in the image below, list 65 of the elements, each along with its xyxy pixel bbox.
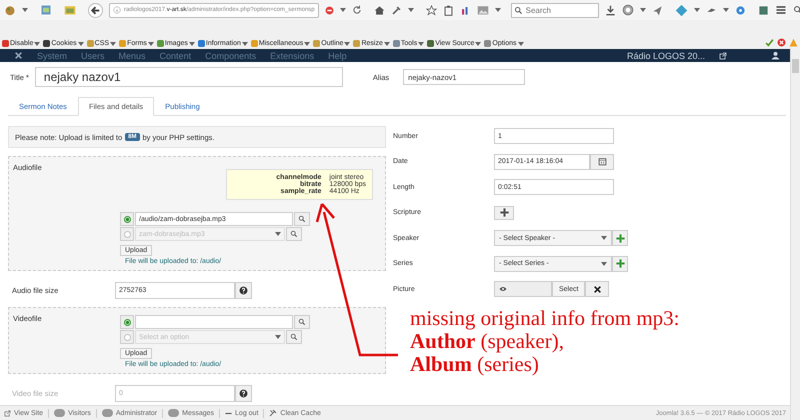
annotation-text: missing original info from mp3: Author (speaker), Album (series) — [410, 307, 680, 376]
add-button[interactable] — [494, 206, 514, 220]
user-icon[interactable] — [771, 51, 780, 60]
photo-icon[interactable] — [476, 4, 489, 16]
back-icon[interactable] — [88, 2, 103, 18]
caret-icon — [494, 8, 501, 12]
radio-button[interactable] — [120, 315, 134, 329]
count-pill — [168, 409, 180, 417]
reload-icon[interactable] — [352, 5, 362, 15]
help-icon[interactable] — [239, 388, 248, 398]
page-icon[interactable] — [40, 4, 52, 16]
radio-button[interactable] — [120, 212, 134, 226]
broom-icon — [269, 409, 278, 417]
caret-icon — [601, 262, 607, 266]
home-icon[interactable] — [374, 4, 385, 16]
count-pill — [54, 409, 66, 417]
search-button[interactable] — [286, 227, 302, 241]
folder-icon[interactable] — [64, 4, 76, 16]
site-name[interactable]: Rádio LOGOS 20... — [626, 50, 705, 60]
external-link-icon[interactable] — [719, 52, 727, 60]
send-icon[interactable] — [652, 4, 663, 16]
caret-icon — [694, 8, 700, 12]
search-icon[interactable] — [290, 333, 298, 341]
caret-icon — [408, 8, 414, 12]
clipboard-icon[interactable] — [442, 4, 454, 16]
caret-icon — [722, 8, 729, 12]
search-icon[interactable] — [792, 5, 800, 15]
caret-icon — [340, 8, 346, 12]
caret-icon — [22, 8, 28, 12]
circle-icon[interactable] — [734, 4, 746, 16]
download-icon[interactable] — [604, 4, 616, 16]
count-pill — [102, 409, 113, 417]
caret-icon — [601, 236, 607, 240]
search-icon[interactable] — [290, 230, 298, 238]
search-icon[interactable] — [298, 215, 306, 223]
search-button[interactable] — [294, 315, 310, 329]
search-icon[interactable] — [298, 318, 306, 326]
search-button[interactable] — [286, 330, 302, 344]
error-icon[interactable] — [777, 38, 786, 47]
caret-icon — [275, 335, 281, 339]
search-icon[interactable] — [514, 6, 523, 14]
caret-icon — [640, 8, 646, 12]
note-icon[interactable] — [758, 4, 769, 16]
file-path-field[interactable] — [135, 315, 293, 329]
close-icon — [592, 284, 602, 294]
title-field[interactable]: nejaky nazov1 — [34, 67, 343, 87]
calendar-icon — [598, 157, 606, 166]
caret-icon — [275, 232, 281, 236]
scrollbar[interactable] — [790, 47, 800, 420]
search-button[interactable] — [294, 212, 310, 226]
clear-button[interactable] — [585, 281, 610, 298]
diamond-icon[interactable] — [674, 4, 688, 16]
calendar-button[interactable] — [590, 154, 614, 170]
star-icon[interactable] — [426, 4, 437, 16]
block-icon[interactable] — [324, 6, 334, 14]
joomla-logo-icon[interactable] — [14, 51, 23, 60]
plus-icon[interactable] — [498, 207, 510, 218]
info-icon — [113, 6, 121, 14]
search-field[interactable]: Search — [510, 2, 599, 18]
external-link-icon — [4, 410, 11, 416]
help-icon[interactable] — [239, 286, 248, 294]
wrench-icon[interactable] — [390, 4, 402, 16]
menu-icon[interactable] — [774, 4, 787, 16]
check-icon[interactable] — [765, 38, 774, 47]
eye-icon — [499, 285, 507, 294]
